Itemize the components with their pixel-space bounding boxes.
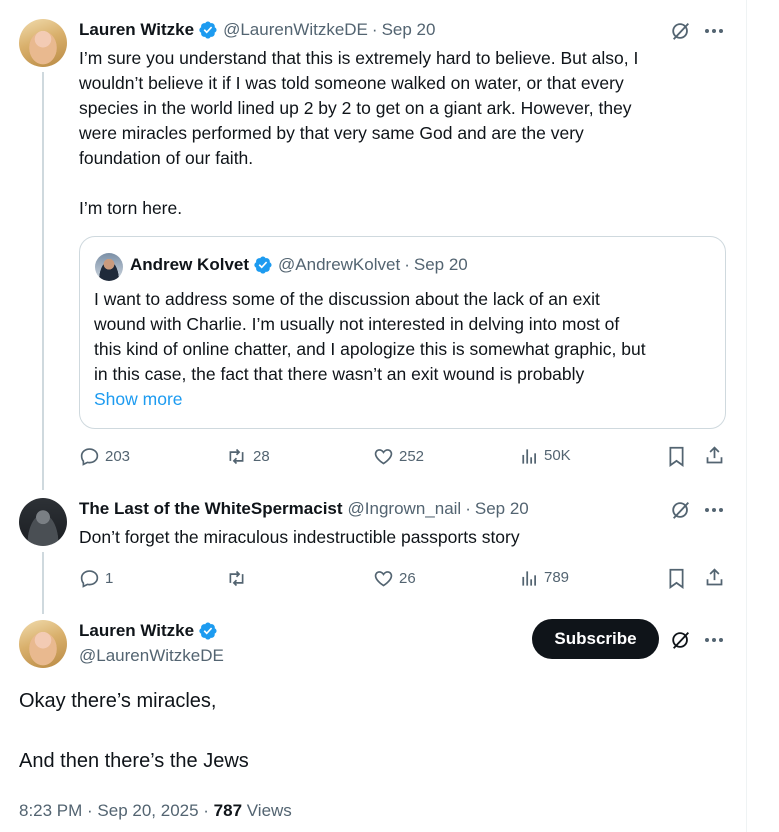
verified-badge-icon	[253, 255, 273, 275]
tweet-time[interactable]: Sep 20	[382, 20, 436, 40]
repost-icon	[229, 570, 244, 587]
quoted-text-line: this kind of online chatter, and I apolo…	[94, 339, 646, 359]
avatar[interactable]	[19, 19, 67, 67]
thread-page: Lauren Witzke @LaurenWitzkeDE · Sep 20 I…	[0, 0, 779, 832]
author-name[interactable]: The Last of the WhiteSpermacist	[79, 499, 343, 519]
tweet-text: Don’t forget the miraculous indestructib…	[79, 527, 520, 547]
grok-icon[interactable]	[668, 497, 694, 523]
tweet-text-line: species in the world lined up 2 by 2 to …	[79, 98, 632, 118]
author-handle[interactable]: @Ingrown_nail	[348, 499, 462, 519]
bookmark-icon[interactable]	[664, 566, 688, 590]
thread-line	[42, 552, 44, 614]
view-count: 50K	[544, 447, 571, 464]
main-tweet-header: Lauren Witzke	[79, 621, 223, 641]
repost-button[interactable]: 28	[225, 446, 270, 467]
bookmark-icon[interactable]	[664, 444, 688, 468]
view-count: 789	[544, 569, 570, 586]
verified-badge-icon	[198, 621, 218, 641]
share-icon[interactable]	[702, 565, 726, 589]
reply-count: 203	[105, 447, 131, 465]
quoted-tweet-text: I want to address some of the discussion…	[94, 287, 719, 387]
quoted-text-line: I want to address some of the discussion…	[94, 289, 600, 309]
separator-dot: ·	[404, 255, 410, 274]
main-tweet-text-line: Okay there’s miracles,	[19, 690, 217, 712]
like-count: 252	[399, 447, 425, 465]
reply-button[interactable]: 1	[79, 568, 113, 589]
column-divider	[746, 0, 747, 832]
author-name[interactable]: Lauren Witzke	[79, 621, 194, 641]
separator-dot: ·	[371, 20, 378, 39]
like-button[interactable]: 252	[373, 446, 424, 467]
share-icon[interactable]	[702, 443, 726, 467]
like-button[interactable]: 26	[373, 568, 416, 589]
author-handle[interactable]: @LaurenWitzkeDE	[79, 646, 224, 666]
avatar[interactable]	[19, 620, 67, 668]
quoted-author-name: Andrew Kolvet	[130, 255, 250, 274]
tweet-header: The Last of the WhiteSpermacist @Ingrown…	[79, 499, 529, 519]
quoted-text-line: in this case, the fact that there wasn’t…	[94, 364, 585, 384]
tweet-metadata: 8:23 PM · Sep 20, 2025 · 787 Views	[19, 800, 292, 822]
more-options-icon[interactable]	[701, 629, 727, 651]
reply-button[interactable]: 203	[79, 446, 130, 467]
more-options-icon[interactable]	[701, 20, 727, 42]
quoted-author-handle: @AndrewKolvet	[278, 255, 401, 274]
grok-icon[interactable]	[668, 18, 694, 44]
reply-icon	[80, 448, 99, 466]
heart-icon	[374, 571, 393, 587]
tweet-text-line: were miracles performed by that very sam…	[79, 123, 584, 143]
main-tweet-text-line: And then there’s the Jews	[19, 750, 249, 772]
repost-button[interactable]	[225, 568, 253, 589]
views-button[interactable]: 789	[520, 568, 569, 588]
reply-icon	[80, 570, 99, 588]
author-handle[interactable]: @LaurenWitzkeDE	[223, 20, 368, 40]
heart-icon	[374, 449, 393, 465]
thread-line	[42, 72, 44, 490]
verified-badge-icon	[198, 20, 218, 40]
tweet-text-line: wouldn’t believe it if I was told someon…	[79, 73, 624, 93]
like-count: 26	[399, 569, 416, 587]
quoted-avatar	[95, 253, 123, 281]
views-label: Views	[242, 801, 292, 820]
views-button[interactable]: 50K	[520, 446, 571, 466]
views-count: 787	[213, 801, 243, 820]
tweet-text-line: I’m torn here.	[79, 198, 183, 218]
more-options-icon[interactable]	[701, 499, 727, 521]
tweet-text: I’m sure you understand that this is ext…	[79, 46, 739, 171]
quoted-tweet-header: Andrew Kolvet @AndrewKolvet · Sep 20	[130, 255, 468, 275]
tweet-time[interactable]: Sep 20	[475, 499, 529, 519]
quoted-tweet-time: Sep 20	[413, 255, 468, 274]
show-more-link[interactable]: Show more	[94, 389, 183, 410]
author-handle-row: @LaurenWitzkeDE	[79, 646, 224, 666]
author-name[interactable]: Lauren Witzke	[79, 20, 194, 40]
repost-icon	[229, 448, 244, 465]
post-timestamp[interactable]: 8:23 PM · Sep 20, 2025 ·	[19, 801, 214, 820]
tweet-text-line: I’m sure you understand that this is ext…	[79, 48, 639, 68]
tweet-header: Lauren Witzke @LaurenWitzkeDE · Sep 20	[79, 20, 435, 40]
tweet-text-line: foundation of our faith.	[79, 148, 254, 168]
repost-count: 28	[253, 447, 270, 465]
separator-dot: ·	[465, 499, 471, 518]
subscribe-button[interactable]: Subscribe	[532, 619, 659, 659]
views-chart-icon	[522, 448, 536, 464]
grok-icon[interactable]	[668, 627, 694, 653]
reply-count: 1	[105, 569, 114, 587]
quoted-text-line: wound with Charlie. I’m usually not inte…	[94, 314, 620, 334]
views-chart-icon	[522, 570, 536, 586]
avatar[interactable]	[19, 498, 67, 546]
